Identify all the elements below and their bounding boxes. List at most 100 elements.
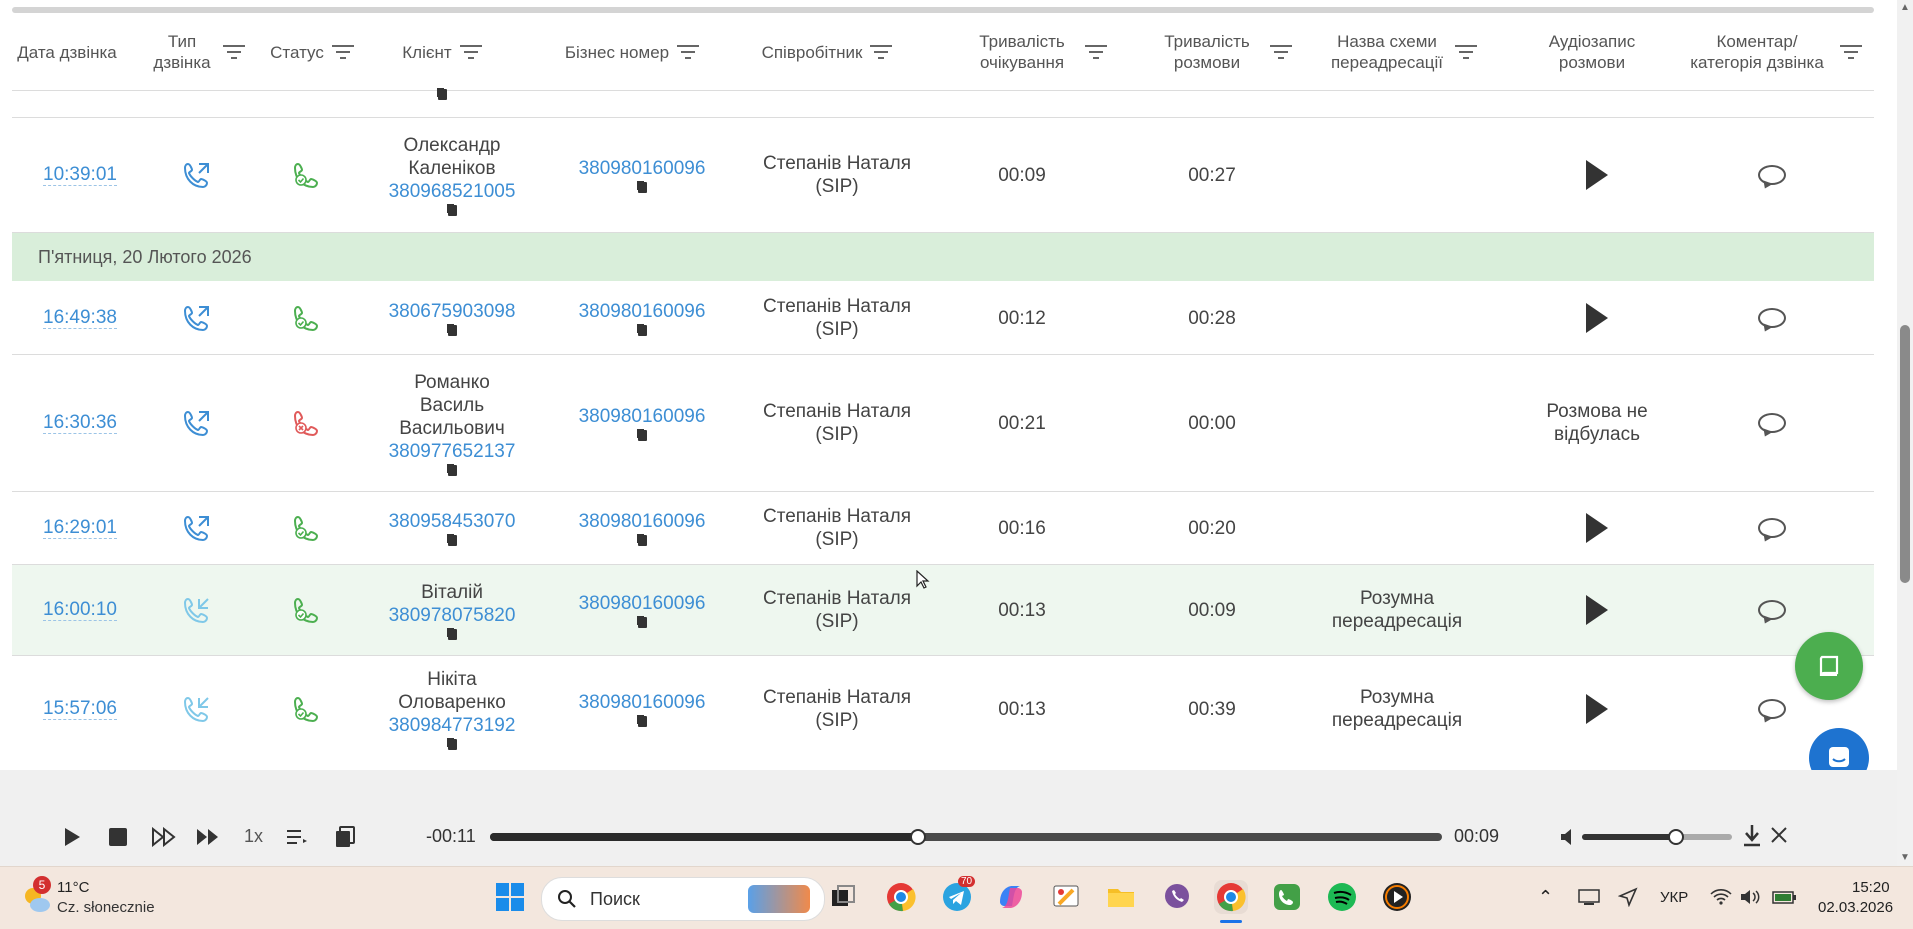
client-phone-link[interactable]: 380978075820	[389, 604, 516, 627]
col-header-employee[interactable]: Співробітник	[742, 14, 912, 90]
clock-date[interactable]: 02.03.2026	[1818, 899, 1893, 916]
col-header-talk-duration[interactable]: Тривалість розмови	[1132, 14, 1312, 90]
col-header-business-number[interactable]: Бізнес номер	[552, 14, 712, 90]
speaker-icon[interactable]	[1740, 888, 1762, 912]
comment-icon[interactable]	[1758, 413, 1786, 433]
scrollbar-thumb[interactable]	[1900, 325, 1910, 583]
wifi-icon[interactable]	[1710, 888, 1732, 912]
business-number-link[interactable]: 380980160096	[579, 592, 706, 615]
client-phone-link[interactable]: 380984773192	[389, 714, 516, 737]
call-time-link[interactable]: 16:00:10	[43, 599, 117, 621]
mute-button[interactable]	[1560, 827, 1578, 847]
col-header-forwarding-scheme[interactable]: Назва схеми переадресації	[1312, 14, 1492, 90]
play-recording-button[interactable]	[1586, 160, 1608, 190]
tray-overflow-chevron-icon[interactable]: ⌃	[1538, 887, 1553, 908]
start-button[interactable]	[493, 880, 527, 914]
copy-link-button[interactable]	[335, 826, 355, 848]
language-indicator[interactable]: УКР	[1660, 889, 1688, 906]
copy-icon[interactable]	[637, 182, 647, 193]
playback-progress[interactable]	[490, 833, 1442, 841]
taskbar-chrome-active[interactable]	[1214, 880, 1248, 914]
tray-location-icon[interactable]	[1617, 887, 1638, 913]
comment-icon[interactable]	[1758, 165, 1786, 185]
comment-icon[interactable]	[1758, 308, 1786, 328]
copy-icon[interactable]	[637, 617, 647, 628]
volume-slider[interactable]	[1582, 834, 1732, 840]
business-number-link[interactable]: 380980160096	[579, 510, 706, 533]
client-phone-link[interactable]: 380958453070	[389, 510, 516, 533]
battery-icon[interactable]	[1772, 889, 1798, 911]
play-recording-button[interactable]	[1586, 694, 1608, 724]
filter-icon[interactable]	[1085, 45, 1107, 59]
taskbar-phone-app[interactable]	[1270, 880, 1304, 914]
scroll-up-arrow-icon[interactable]: ▲	[1900, 2, 1910, 13]
copy-icon[interactable]	[637, 430, 647, 441]
call-time-link[interactable]: 16:30:36	[43, 412, 117, 434]
play-recording-button[interactable]	[1586, 513, 1608, 543]
taskbar-chrome[interactable]	[884, 880, 918, 914]
business-number-link[interactable]: 380980160096	[579, 691, 706, 714]
col-header-type[interactable]: Тип дзвінка	[147, 14, 247, 90]
task-view-button[interactable]	[826, 880, 860, 914]
call-time-link[interactable]: 16:49:38	[43, 307, 117, 329]
business-number-link[interactable]: 380980160096	[579, 300, 706, 323]
play-recording-button[interactable]	[1586, 303, 1608, 333]
close-player-button[interactable]	[1770, 826, 1788, 844]
taskbar-media-player[interactable]	[1380, 880, 1414, 914]
filter-icon[interactable]	[1270, 45, 1292, 59]
copy-icon[interactable]	[447, 205, 457, 216]
knowledge-base-button[interactable]	[1795, 632, 1863, 700]
taskbar-viber[interactable]	[1160, 880, 1194, 914]
filter-icon[interactable]	[677, 45, 700, 59]
col-header-comment[interactable]: Коментар/ категорія дзвінка	[1672, 14, 1872, 90]
copy-icon[interactable]	[447, 739, 457, 750]
col-header-label: Тривалість розмови	[1164, 32, 1250, 72]
col-header-wait-duration[interactable]: Тривалість очікування	[947, 14, 1127, 90]
comment-icon[interactable]	[1758, 600, 1786, 620]
taskbar-search[interactable]: Поиск	[541, 877, 825, 921]
taskbar-file-explorer[interactable]	[1104, 880, 1138, 914]
taskbar-copilot[interactable]	[994, 880, 1028, 914]
download-button[interactable]	[1742, 824, 1762, 848]
play-button[interactable]	[62, 826, 82, 848]
clock-time[interactable]: 15:20	[1852, 879, 1890, 896]
filter-icon[interactable]	[870, 45, 893, 59]
skip-silence-button[interactable]	[152, 827, 176, 847]
call-time-link[interactable]: 15:57:06	[43, 698, 117, 720]
col-header-client[interactable]: Клієнт	[387, 14, 497, 90]
tray-device-icon[interactable]	[1578, 888, 1600, 912]
col-header-status[interactable]: Статус	[257, 14, 367, 90]
copy-icon[interactable]	[438, 84, 447, 106]
scroll-down-arrow-icon[interactable]: ▼	[1900, 852, 1910, 863]
filter-icon[interactable]	[459, 45, 482, 59]
play-recording-button[interactable]	[1586, 595, 1608, 625]
stop-button[interactable]	[108, 827, 128, 847]
taskbar-spotify[interactable]	[1325, 880, 1359, 914]
call-time-link[interactable]: 16:29:01	[43, 517, 117, 539]
taskbar-paint-app[interactable]	[1049, 880, 1083, 914]
copy-icon[interactable]	[447, 628, 457, 640]
fast-forward-button[interactable]	[196, 827, 220, 847]
filter-icon[interactable]	[223, 45, 245, 59]
filter-icon[interactable]	[1840, 45, 1862, 59]
copy-icon[interactable]	[447, 535, 457, 546]
playlist-button[interactable]	[286, 827, 308, 847]
filter-icon[interactable]	[1455, 45, 1477, 59]
client-phone-link[interactable]: 380977652137	[389, 440, 516, 463]
business-number-link[interactable]: 380980160096	[579, 405, 706, 428]
filter-icon[interactable]	[331, 45, 354, 59]
call-time-link[interactable]: 10:39:01	[43, 164, 117, 186]
comment-icon[interactable]	[1758, 699, 1786, 719]
business-number-link[interactable]: 380980160096	[579, 157, 706, 180]
comment-icon[interactable]	[1758, 518, 1786, 538]
playback-speed-button[interactable]: 1x	[244, 826, 263, 847]
volume-knob[interactable]	[1668, 829, 1684, 845]
client-phone-link[interactable]: 380968521005	[389, 180, 516, 203]
col-header-date[interactable]: Дата дзвінка	[12, 14, 122, 90]
copy-icon[interactable]	[447, 325, 457, 336]
copy-icon[interactable]	[637, 325, 647, 336]
copy-icon[interactable]	[447, 464, 457, 476]
client-phone-link[interactable]: 380675903098	[389, 300, 516, 323]
copy-icon[interactable]	[637, 716, 647, 727]
copy-icon[interactable]	[637, 535, 647, 546]
